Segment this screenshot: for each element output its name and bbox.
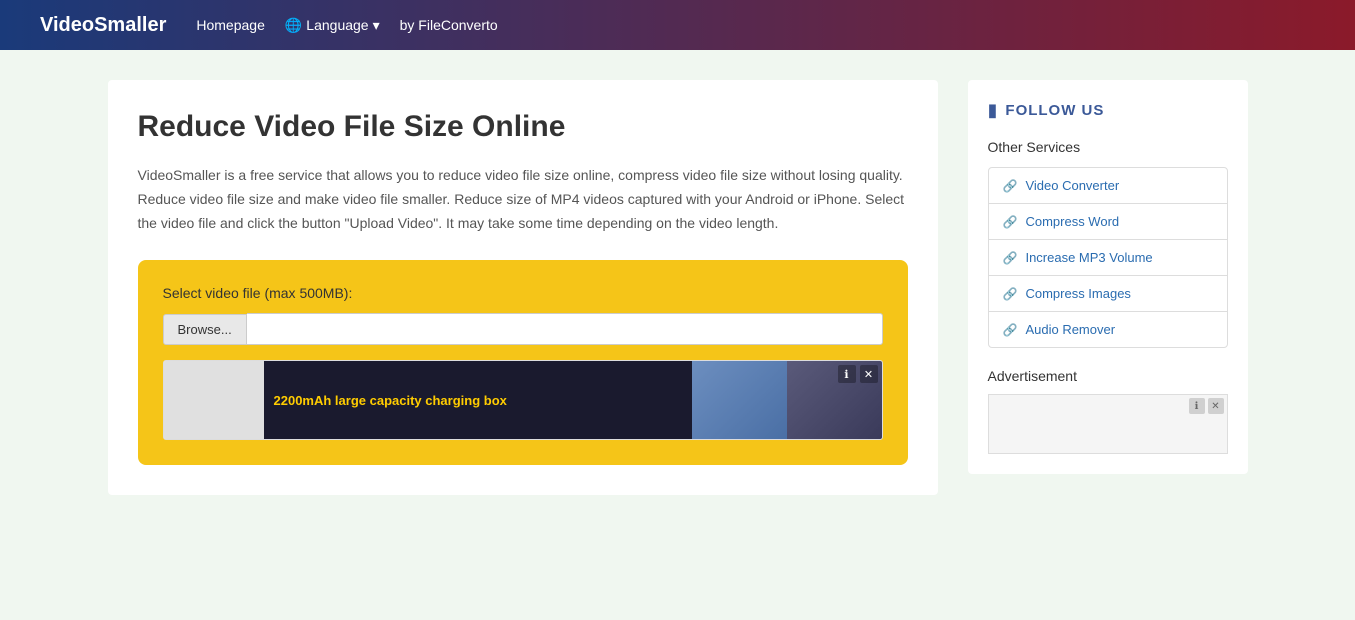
service-link-compress-images[interactable]: 🔗 Compress Images xyxy=(1003,286,1213,301)
ad-image-1 xyxy=(692,361,787,439)
file-path-input[interactable] xyxy=(247,313,883,345)
service-link-increase-mp3[interactable]: 🔗 Increase MP3 Volume xyxy=(1003,250,1213,265)
nav-fileconverto[interactable]: by FileConverto xyxy=(400,17,498,33)
ext-link-icon-1: 🔗 xyxy=(1003,179,1018,193)
ad-info-button[interactable]: ℹ xyxy=(838,365,856,383)
ad-inner: 2200mAh large capacity charging box xyxy=(164,361,882,439)
sidebar-ad-box: ℹ ✕ xyxy=(988,394,1228,454)
service-link-audio-remover[interactable]: 🔗 Audio Remover xyxy=(1003,322,1213,337)
main-content: Reduce Video File Size Online VideoSmall… xyxy=(108,80,938,495)
language-button[interactable]: 🌐 Language ▾ xyxy=(285,17,380,34)
service-item-audio-remover[interactable]: 🔗 Audio Remover xyxy=(989,312,1227,347)
ad-controls: ℹ ✕ xyxy=(838,365,878,383)
upload-label: Select video file (max 500MB): xyxy=(163,285,883,301)
ext-link-icon-4: 🔗 xyxy=(1003,287,1018,301)
ext-link-icon-3: 🔗 xyxy=(1003,251,1018,265)
facebook-icon: ▮ xyxy=(988,100,998,121)
advertisement-title: Advertisement xyxy=(988,368,1228,384)
follow-us-label: FOLLOW US xyxy=(1005,102,1104,119)
ext-link-icon-5: 🔗 xyxy=(1003,323,1018,337)
service-list: 🔗 Video Converter 🔗 Compress Word 🔗 Incr… xyxy=(988,167,1228,348)
main-container: Reduce Video File Size Online VideoSmall… xyxy=(88,80,1268,495)
service-link-video-converter[interactable]: 🔗 Video Converter xyxy=(1003,178,1213,193)
upload-box: Select video file (max 500MB): Browse...… xyxy=(138,260,908,465)
header: VideoSmaller Homepage 🌐 Language ▾ by Fi… xyxy=(0,0,1355,50)
service-item-compress-word[interactable]: 🔗 Compress Word xyxy=(989,204,1227,240)
ad-area: 2200mAh large capacity charging box ℹ ✕ xyxy=(163,360,883,440)
service-item-compress-images[interactable]: 🔗 Compress Images xyxy=(989,276,1227,312)
page-title: Reduce Video File Size Online xyxy=(138,110,908,144)
ad-block-main: 2200mAh large capacity charging box xyxy=(264,361,692,439)
ext-link-icon-2: 🔗 xyxy=(1003,215,1018,229)
chevron-down-icon: ▾ xyxy=(373,17,380,34)
sidebar: ▮ FOLLOW US Other Services 🔗 Video Conve… xyxy=(968,80,1248,474)
service-link-compress-word[interactable]: 🔗 Compress Word xyxy=(1003,214,1213,229)
sidebar-ad-info-button[interactable]: ℹ xyxy=(1189,398,1205,414)
sidebar-ad-close-button[interactable]: ✕ xyxy=(1208,398,1224,414)
brand-logo[interactable]: VideoSmaller xyxy=(40,14,166,37)
language-icon: 🌐 xyxy=(285,17,302,34)
nav-homepage[interactable]: Homepage xyxy=(196,17,265,33)
follow-us-section: ▮ FOLLOW US xyxy=(988,100,1228,121)
page-wrapper: Reduce Video File Size Online VideoSmall… xyxy=(0,50,1355,620)
main-nav: Homepage 🌐 Language ▾ by FileConverto xyxy=(196,17,497,34)
ad-block-left xyxy=(164,361,264,439)
sidebar-ad-controls: ℹ ✕ xyxy=(1189,398,1224,414)
service-item-video-converter[interactable]: 🔗 Video Converter xyxy=(989,168,1227,204)
browse-button[interactable]: Browse... xyxy=(163,314,247,345)
description-text: VideoSmaller is a free service that allo… xyxy=(138,164,908,235)
service-item-increase-mp3[interactable]: 🔗 Increase MP3 Volume xyxy=(989,240,1227,276)
other-services-title: Other Services xyxy=(988,139,1228,155)
ad-text: 2200mAh large capacity charging box xyxy=(274,393,507,408)
file-input-row: Browse... xyxy=(163,313,883,345)
ad-close-button[interactable]: ✕ xyxy=(860,365,878,383)
